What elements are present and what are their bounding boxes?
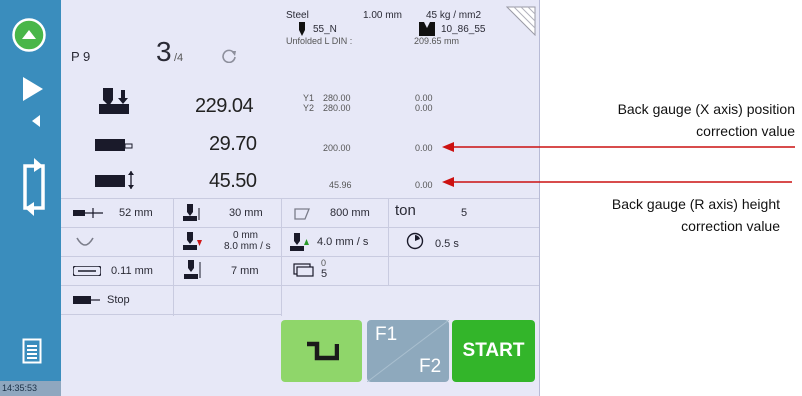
y1-label: Y1	[303, 93, 315, 103]
play-icon[interactable]	[21, 76, 45, 102]
start-button[interactable]: START	[452, 320, 535, 382]
annotation-r-axis: Back gauge (R axis) height correction va…	[540, 193, 780, 237]
step-current: 3	[156, 36, 172, 67]
profile-view-button[interactable]	[281, 320, 362, 382]
y-axis-value: 229.04	[195, 95, 254, 117]
document-list-icon[interactable]	[22, 338, 42, 364]
punch-icon	[299, 22, 305, 36]
r-axis-reference: 45.96	[329, 180, 352, 190]
page-corner-icon[interactable]	[506, 6, 536, 36]
die-icon	[419, 22, 435, 36]
crowning-value[interactable]: 0.11 mm	[111, 265, 153, 277]
step-back-icon[interactable]	[30, 114, 42, 128]
x-axis-correction[interactable]: 0.00	[415, 143, 433, 153]
return-speed-icon	[290, 233, 309, 251]
program-number: P 9	[71, 49, 91, 64]
r-axis-value: 45.50	[209, 170, 257, 192]
profile-shape-icon	[307, 341, 339, 361]
mode-circle-icon[interactable]	[12, 18, 46, 52]
opening-icon	[73, 208, 103, 218]
step-total: /4	[174, 52, 184, 64]
opening-value[interactable]: 52 mm	[119, 207, 153, 219]
grid-divider	[61, 198, 539, 199]
stacking-icon	[293, 263, 314, 277]
annotation-x-line1: Back gauge (X axis) position	[617, 101, 795, 117]
return-speed-value[interactable]: 4.0 mm / s	[317, 236, 368, 248]
backgauge-r-icon	[95, 171, 134, 189]
speed-change-icon	[183, 232, 202, 250]
annotation-r-line1: Back gauge (R axis) height	[611, 196, 780, 212]
dwell-timer-icon	[406, 232, 424, 250]
stack-bottom-value[interactable]: 5	[321, 268, 327, 280]
sidebar: 14:35:53	[0, 0, 61, 396]
stack-top-value[interactable]: 0	[321, 258, 326, 268]
thickness: 1.00 mm	[363, 10, 402, 21]
f1-f2-button[interactable]: F1 F2	[367, 320, 449, 382]
x-axis-value: 29.70	[209, 133, 257, 155]
grid-divider	[281, 198, 282, 316]
retract-icon	[184, 260, 201, 279]
ton-label: ton	[395, 202, 416, 219]
ton-value[interactable]: 5	[461, 207, 467, 219]
punch-name: 55_N	[313, 24, 337, 35]
r-axis-correction[interactable]: 0.00	[415, 180, 433, 190]
mute-point-icon	[183, 204, 200, 221]
annotation-r-line2: correction value	[681, 218, 780, 234]
bending-speed[interactable]: 8.0 mm / s	[224, 241, 271, 252]
dwell-time-value[interactable]: 0.5 s	[435, 238, 459, 250]
main-panel: P 9 3 /4 Steel 1.00 mm 45 kg / mm2 55_N …	[61, 0, 540, 396]
grid-divider	[61, 285, 539, 286]
material: Steel	[286, 10, 309, 21]
die-name: 10_86_55	[441, 24, 486, 35]
bending-y-axis-icon	[99, 88, 129, 114]
crowning-icon	[73, 266, 101, 276]
y2-value: 280.00	[323, 103, 351, 113]
annotation-arrows	[442, 142, 795, 187]
grid-divider	[173, 198, 174, 316]
rotate-part-icon[interactable]	[18, 158, 50, 216]
grid-divider	[61, 314, 281, 315]
diagonal-divider	[367, 320, 449, 382]
grid-divider	[61, 256, 539, 257]
x-axis-reference: 200.00	[323, 143, 351, 153]
mute-value[interactable]: 30 mm	[229, 207, 263, 219]
force-length-value[interactable]: 800 mm	[330, 207, 370, 219]
y1-correction[interactable]: 0.00	[415, 93, 433, 103]
retract-value[interactable]: 7 mm	[231, 265, 259, 277]
y2-label: Y2	[303, 103, 315, 113]
repeat-icon[interactable]	[221, 47, 237, 63]
clock: 14:35:53	[0, 381, 61, 396]
force-length-icon	[294, 208, 310, 220]
y1-value: 280.00	[323, 93, 351, 103]
grid-divider	[61, 227, 539, 228]
y2-correction[interactable]: 0.00	[415, 103, 433, 113]
gauge-stop-icon	[73, 296, 100, 304]
tensile-strength: 45 kg / mm2	[426, 10, 482, 21]
unfolded-label: Unfolded L DIN :	[286, 36, 353, 46]
annotation-x-line2: correction value	[696, 123, 795, 139]
grid-divider	[388, 198, 389, 286]
unfolded-value: 209.65 mm	[414, 36, 460, 46]
speed-change-distance[interactable]: 0 mm	[233, 230, 258, 241]
annotation-x-axis: Back gauge (X axis) position correction …	[560, 98, 795, 142]
stop-label[interactable]: Stop	[107, 294, 130, 306]
screen: 14:35:53 P 9 3 /4 Steel 1.00 mm 45 kg / …	[0, 0, 802, 396]
backgauge-x-icon	[95, 139, 133, 151]
bend-angle-icon	[76, 237, 94, 246]
